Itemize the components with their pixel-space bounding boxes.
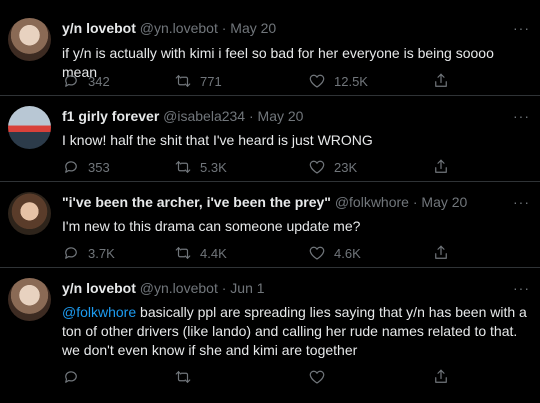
tweet-actions: 353 5.3K 23K bbox=[62, 157, 462, 177]
like-count: 4.6K bbox=[334, 245, 361, 261]
like-button[interactable]: 23K bbox=[308, 157, 357, 177]
more-options-icon[interactable]: ··· bbox=[513, 108, 530, 124]
reply-button[interactable] bbox=[62, 367, 88, 387]
retweet-icon bbox=[175, 161, 191, 173]
more-options-icon[interactable]: ··· bbox=[513, 280, 530, 296]
tweet-text: @folkwhore basically ppl are spreading l… bbox=[62, 303, 532, 360]
tweet-actions bbox=[62, 367, 462, 387]
avatar[interactable] bbox=[8, 18, 51, 61]
retweet-count: 5.3K bbox=[200, 159, 227, 175]
share-button[interactable] bbox=[432, 367, 458, 387]
tweet-header: y/n lovebot @yn.lovebot · May 20 bbox=[62, 20, 276, 36]
tweet-text: I know! half the shit that I've heard is… bbox=[62, 132, 373, 148]
author-handle[interactable]: @isabela234 bbox=[163, 108, 245, 124]
author-name[interactable]: "i've been the archer, i've been the pre… bbox=[62, 194, 331, 210]
tweet-date[interactable]: May 20 bbox=[258, 108, 304, 124]
like-icon bbox=[309, 74, 325, 88]
retweet-button[interactable]: 4.4K bbox=[174, 243, 227, 263]
tweet-actions: 3.7K 4.4K 4.6K bbox=[62, 243, 462, 263]
reply-button[interactable]: 3.7K bbox=[62, 243, 115, 263]
reply-icon bbox=[65, 371, 77, 383]
share-icon bbox=[435, 73, 447, 87]
retweet-icon bbox=[175, 75, 191, 87]
author-handle[interactable]: @folkwhore bbox=[335, 194, 409, 210]
reply-button[interactable]: 342 bbox=[62, 71, 110, 91]
avatar[interactable] bbox=[8, 106, 51, 149]
like-icon bbox=[309, 370, 325, 384]
avatar[interactable] bbox=[8, 192, 51, 235]
avatar[interactable] bbox=[8, 278, 51, 321]
like-button[interactable]: 4.6K bbox=[308, 243, 361, 263]
separator-dot: · bbox=[248, 108, 254, 124]
reply-button[interactable]: 353 bbox=[62, 157, 110, 177]
retweet-count: 771 bbox=[200, 73, 222, 89]
author-name[interactable]: f1 girly forever bbox=[62, 108, 159, 124]
share-icon bbox=[435, 159, 447, 173]
separator-dot: · bbox=[221, 20, 227, 36]
tweet-header: f1 girly forever @isabela234 · May 20 bbox=[62, 108, 303, 124]
mention-link[interactable]: @folkwhore bbox=[62, 304, 136, 320]
reply-count: 342 bbox=[88, 73, 110, 89]
retweet-icon bbox=[175, 247, 191, 259]
retweet-button[interactable] bbox=[174, 367, 200, 387]
reply-count: 353 bbox=[88, 159, 110, 175]
share-button[interactable] bbox=[432, 243, 458, 263]
separator-dot: · bbox=[412, 194, 418, 210]
tweet-date[interactable]: May 20 bbox=[230, 20, 276, 36]
retweet-button[interactable]: 5.3K bbox=[174, 157, 227, 177]
tweet-date[interactable]: May 20 bbox=[421, 194, 467, 210]
like-count: 12.5K bbox=[334, 73, 368, 89]
retweet-count: 4.4K bbox=[200, 245, 227, 261]
reply-count: 3.7K bbox=[88, 245, 115, 261]
like-icon bbox=[309, 160, 325, 174]
like-button[interactable] bbox=[308, 367, 334, 387]
retweet-icon bbox=[175, 371, 191, 383]
tweet-actions: 342 771 12.5K bbox=[62, 71, 462, 91]
like-icon bbox=[309, 246, 325, 260]
more-options-icon[interactable]: ··· bbox=[513, 20, 530, 36]
separator-dot: · bbox=[221, 280, 227, 296]
reply-icon bbox=[65, 161, 77, 173]
tweet-date[interactable]: Jun 1 bbox=[230, 280, 264, 296]
author-name[interactable]: y/n lovebot bbox=[62, 280, 136, 296]
author-handle[interactable]: @yn.lovebot bbox=[140, 280, 218, 296]
author-name[interactable]: y/n lovebot bbox=[62, 20, 136, 36]
share-icon bbox=[435, 245, 447, 259]
tweet-header: "i've been the archer, i've been the pre… bbox=[62, 194, 467, 210]
author-handle[interactable]: @yn.lovebot bbox=[140, 20, 218, 36]
share-icon bbox=[435, 369, 447, 383]
tweet-text: I'm new to this drama can someone update… bbox=[62, 218, 361, 234]
retweet-button[interactable]: 771 bbox=[174, 71, 222, 91]
share-button[interactable] bbox=[432, 71, 458, 91]
reply-icon bbox=[65, 75, 77, 87]
like-button[interactable]: 12.5K bbox=[308, 71, 368, 91]
tweet-header: y/n lovebot @yn.lovebot · Jun 1 bbox=[62, 280, 265, 296]
more-options-icon[interactable]: ··· bbox=[513, 194, 530, 210]
reply-icon bbox=[65, 247, 77, 259]
share-button[interactable] bbox=[432, 157, 458, 177]
like-count: 23K bbox=[334, 159, 358, 175]
